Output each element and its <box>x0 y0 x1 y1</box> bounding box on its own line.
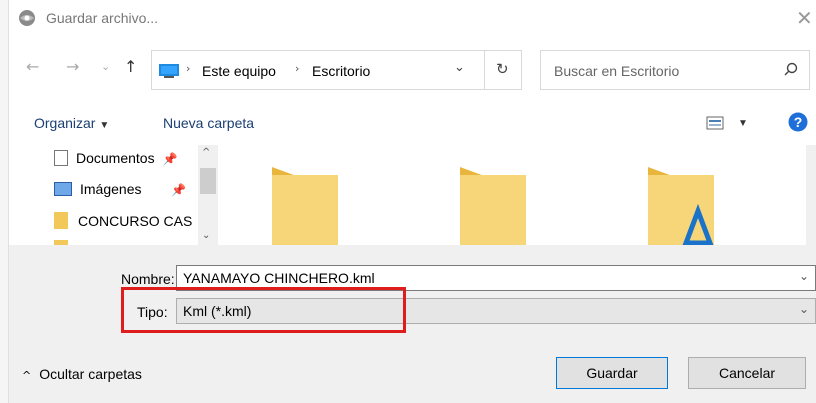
help-icon[interactable]: ? <box>788 112 808 132</box>
up-arrow-icon[interactable]: ↑ <box>124 57 137 76</box>
hide-folders-label: Ocultar carpetas <box>39 366 142 382</box>
sidebar-item-label: CONCURSO CAS <box>78 213 193 229</box>
folder-icon[interactable] <box>646 167 716 245</box>
save-button[interactable]: Guardar <box>556 357 668 389</box>
scrollbar-thumb[interactable] <box>200 168 216 194</box>
pin-icon: 📌 <box>171 183 187 197</box>
organize-label: Organizar <box>34 115 96 131</box>
window-title: Guardar archivo... <box>46 10 159 26</box>
chevron-down-icon[interactable]: ⌄ <box>799 269 809 283</box>
pc-icon <box>159 64 179 78</box>
breadcrumb-separator-icon: › <box>295 62 300 75</box>
pin-icon: 📌 <box>162 152 178 166</box>
document-icon <box>54 150 68 166</box>
sidebar-item-label: Documentos <box>76 150 155 166</box>
sidebar-item-label: Imágenes <box>80 181 142 197</box>
sidebar-item-concurso[interactable]: CONCURSO CAS <box>54 212 198 236</box>
folder-icon <box>54 212 68 229</box>
recent-locations-chevron-icon[interactable]: ⌄ <box>101 60 110 73</box>
new-folder-button[interactable]: Nueva carpeta <box>163 115 254 131</box>
sidebar-item-imagenes[interactable]: Imágenes 📌 <box>54 181 186 205</box>
sidebar-item-documentos[interactable]: Documentos 📌 <box>54 150 177 174</box>
breadcrumb-este-equipo[interactable]: Este equipo <box>202 63 276 79</box>
app-icon <box>19 10 35 26</box>
search-icon[interactable] <box>784 62 798 76</box>
organize-menu[interactable]: Organizar ▼ <box>34 115 109 131</box>
dropdown-caret-icon: ▼ <box>99 120 110 131</box>
svg-text:?: ? <box>794 114 803 130</box>
breadcrumb-separator-icon: › <box>186 62 191 75</box>
scroll-down-icon[interactable]: ⌄ <box>202 230 210 241</box>
chevron-up-icon: ^ <box>22 369 32 382</box>
chevron-down-icon[interactable]: ⌄ <box>799 302 809 316</box>
refresh-icon[interactable]: ↻ <box>496 60 509 78</box>
close-icon[interactable]: ✕ <box>796 6 813 30</box>
scroll-up-icon[interactable]: ^ <box>202 147 210 158</box>
address-divider <box>484 50 485 90</box>
folder-icon[interactable] <box>270 167 340 245</box>
file-name-value: YANAMAYO CHINCHERO.kml <box>183 270 375 286</box>
folder-icon[interactable] <box>458 167 528 245</box>
view-dropdown-caret-icon[interactable]: ▼ <box>738 118 748 129</box>
cancel-button[interactable]: Cancelar <box>688 357 806 389</box>
back-arrow-icon[interactable]: ← <box>26 57 39 76</box>
name-label: Nombre: <box>121 271 175 287</box>
file-list-scrollbar[interactable] <box>806 145 816 245</box>
image-icon <box>54 182 72 196</box>
forward-arrow-icon[interactable]: → <box>66 57 79 76</box>
hide-folders-toggle[interactable]: ^ Ocultar carpetas <box>22 366 142 382</box>
view-options-icon[interactable] <box>706 116 724 130</box>
highlight-annotation <box>121 287 406 333</box>
search-placeholder: Buscar en Escritorio <box>554 63 680 79</box>
breadcrumb-escritorio[interactable]: Escritorio <box>312 63 370 79</box>
address-dropdown-icon[interactable]: ⌄ <box>454 60 465 75</box>
